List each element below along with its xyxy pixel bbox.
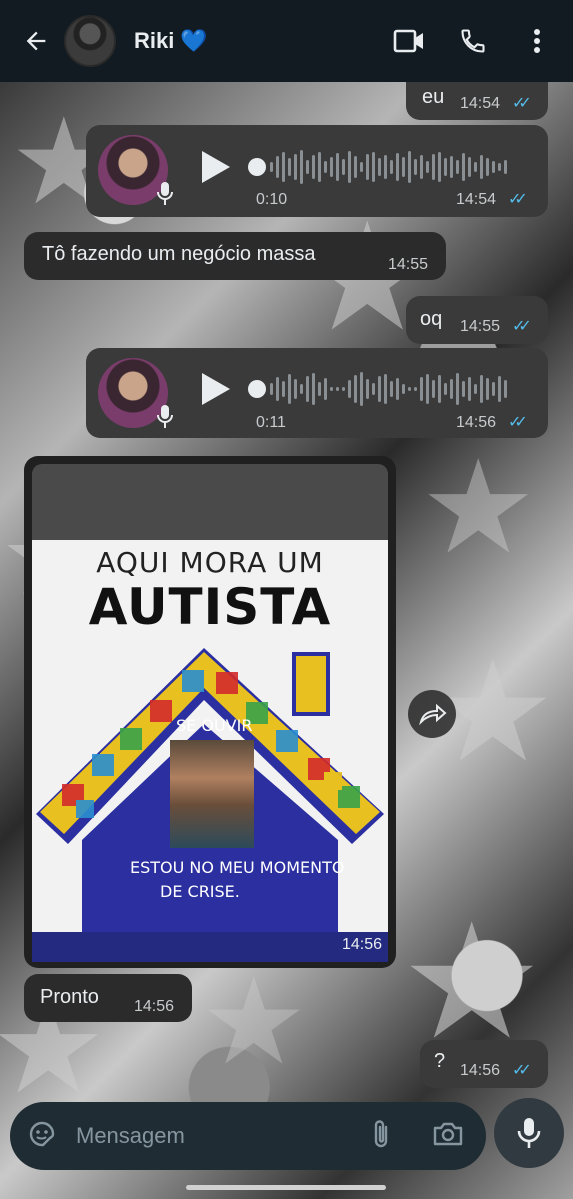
message-outgoing[interactable]: eu 14:54 ✓✓ [406,82,548,120]
play-icon[interactable] [202,373,230,405]
camera-icon[interactable] [432,1120,464,1153]
message-input[interactable]: Mensagem [76,1123,185,1149]
message-incoming[interactable]: Tô fazendo um negócio massa 14:55 [24,232,446,280]
read-ticks-icon: ✓✓ [512,1062,532,1079]
contact-name[interactable]: Riki 💙 [134,28,208,54]
message-time: 14:56 [341,936,382,953]
more-options-icon[interactable] [519,23,555,59]
playback-scrubber[interactable] [248,158,266,176]
read-ticks-icon: ✓✓ [512,318,532,335]
message-time: 14:54 [460,95,501,112]
message-text: ? [434,1050,446,1072]
back-arrow-icon[interactable] [12,17,60,65]
message-time: 14:55 [460,318,501,335]
image-top-strip [32,464,388,540]
playback-scrubber[interactable] [248,380,266,398]
message-time: 14:54 [456,191,497,208]
sign-text-line1: AQUI MORA UM [96,546,324,579]
voice-duration: 0:11 [256,414,286,431]
contact-name-text: Riki [134,28,175,53]
attach-icon[interactable] [370,1118,392,1155]
message-text: oq [420,308,443,330]
video-call-icon[interactable] [391,23,427,59]
contact-avatar[interactable] [64,15,116,67]
voice-message[interactable]: 0:10 14:54 ✓✓ [86,125,548,217]
sign-face-photo [170,740,254,848]
read-ticks-icon: ✓✓ [508,191,528,208]
message-time: 14:56 [134,998,175,1015]
message-incoming[interactable]: Pronto 14:56 [24,974,192,1022]
read-ticks-icon: ✓✓ [512,95,532,112]
image-bottom-strip [32,932,388,962]
audio-waveform[interactable] [270,147,507,187]
sign-text-line2: AUTISTA [88,578,332,636]
voice-record-button[interactable] [494,1098,564,1168]
home-indicator[interactable] [186,1185,386,1190]
sign-text-line4: ESTOU NO MEU MOMENTO [130,858,345,877]
message-text: Tô fazendo um negócio massa [42,243,316,265]
voice-duration: 0:10 [256,191,288,208]
forward-icon[interactable] [408,690,456,738]
play-icon[interactable] [202,151,230,183]
mic-icon [517,1118,541,1148]
chat-header: Riki 💙 [0,0,573,82]
sign-text-line3: SE OUVIR [176,716,253,735]
message-text: eu [422,86,445,108]
image-message[interactable]: AQUI MORA UM AUTISTA SE OUVIR ESTOU NO M… [24,456,396,968]
message-time: 14:56 [460,1062,501,1079]
voice-message[interactable]: 0:11 14:56 ✓✓ [86,348,548,438]
blue-heart-emoji: 💙 [180,28,208,53]
message-composer[interactable]: Mensagem [10,1102,486,1170]
mic-icon [157,405,173,428]
mic-icon [157,182,173,205]
message-time: 14:55 [388,256,429,273]
message-outgoing[interactable]: oq 14:55 ✓✓ [406,296,548,344]
sign-text-line5: DE CRISE. [160,882,240,901]
phone-icon[interactable] [455,23,491,59]
image-photo[interactable]: AQUI MORA UM AUTISTA SE OUVIR ESTOU NO M… [32,540,388,940]
message-time: 14:56 [456,414,497,431]
message-text: Pronto [40,986,99,1008]
message-outgoing[interactable]: ? 14:56 ✓✓ [420,1040,548,1088]
read-ticks-icon: ✓✓ [508,414,528,431]
sticker-icon[interactable] [26,1118,58,1155]
audio-waveform[interactable] [270,369,507,409]
